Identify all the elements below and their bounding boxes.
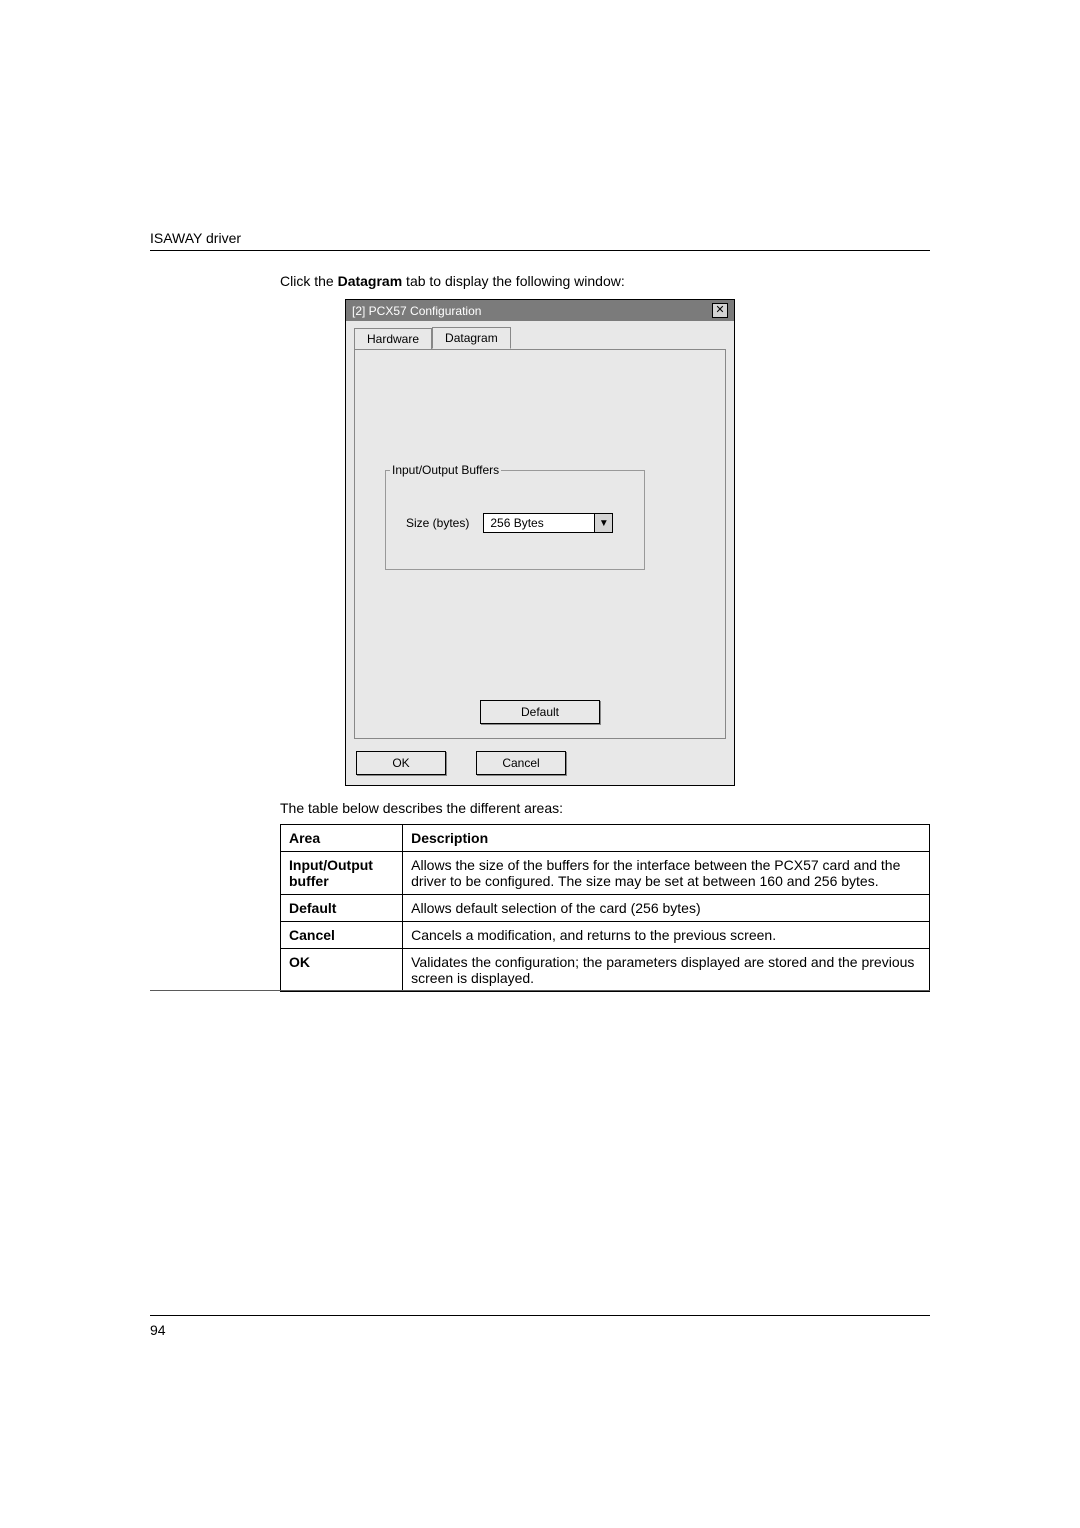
- tab-datagram[interactable]: Datagram: [432, 327, 511, 349]
- size-value: 256 Bytes: [484, 514, 594, 532]
- cell-desc: Allows the size of the buffers for the i…: [403, 852, 930, 895]
- ok-button[interactable]: OK: [356, 751, 446, 775]
- cell-area: Cancel: [281, 922, 403, 949]
- page-header: ISAWAY driver Click the Datagram tab to …: [150, 230, 930, 992]
- table-row: Cancel Cancels a modification, and retur…: [281, 922, 930, 949]
- table-row: Default Allows default selection of the …: [281, 895, 930, 922]
- dialog-titlebar: [2] PCX57 Configuration ✕: [346, 300, 734, 321]
- table-caption: The table below describes the different …: [280, 800, 930, 816]
- size-label: Size (bytes): [406, 516, 469, 530]
- cell-area: Default: [281, 895, 403, 922]
- cell-desc: Validates the configuration; the paramet…: [403, 949, 930, 992]
- page-footer: 94: [150, 1315, 930, 1338]
- cell-area: Input/Output buffer: [281, 852, 403, 895]
- footer-rule: [150, 1315, 930, 1316]
- th-area: Area: [281, 825, 403, 852]
- config-dialog: [2] PCX57 Configuration ✕ Hardware Datag…: [345, 299, 735, 786]
- io-buffers-groupbox: Input/Output Buffers Size (bytes) 256 By…: [385, 470, 645, 570]
- cell-desc: Cancels a modification, and returns to t…: [403, 922, 930, 949]
- dialog-button-row: OK Cancel: [346, 747, 734, 785]
- groupbox-legend: Input/Output Buffers: [390, 463, 501, 477]
- default-button[interactable]: Default: [480, 700, 600, 724]
- table-row: Input/Output buffer Allows the size of t…: [281, 852, 930, 895]
- intro-bold: Datagram: [338, 273, 403, 289]
- intro-paragraph: Click the Datagram tab to display the fo…: [280, 273, 930, 289]
- areas-table: Area Description Input/Output buffer All…: [280, 824, 930, 992]
- size-combobox[interactable]: 256 Bytes ▼: [483, 513, 613, 533]
- tab-hardware[interactable]: Hardware: [354, 328, 432, 350]
- chevron-down-icon[interactable]: ▼: [594, 514, 612, 532]
- intro-suffix: tab to display the following window:: [402, 273, 625, 289]
- table-row: OK Validates the configuration; the para…: [281, 949, 930, 992]
- th-desc: Description: [403, 825, 930, 852]
- page-number: 94: [150, 1322, 930, 1338]
- cell-area: OK: [281, 949, 403, 992]
- close-icon[interactable]: ✕: [712, 303, 728, 318]
- tab-panel: Input/Output Buffers Size (bytes) 256 By…: [354, 349, 726, 739]
- section-end-rule: [150, 990, 930, 991]
- table-header-row: Area Description: [281, 825, 930, 852]
- cell-desc: Allows default selection of the card (25…: [403, 895, 930, 922]
- header-rule: [150, 250, 930, 251]
- size-row: Size (bytes) 256 Bytes ▼: [406, 513, 613, 533]
- dialog-title: [2] PCX57 Configuration: [352, 304, 481, 318]
- cancel-button[interactable]: Cancel: [476, 751, 566, 775]
- driver-name-label: ISAWAY driver: [150, 230, 930, 246]
- intro-prefix: Click the: [280, 273, 338, 289]
- tabs-row: Hardware Datagram: [346, 321, 734, 349]
